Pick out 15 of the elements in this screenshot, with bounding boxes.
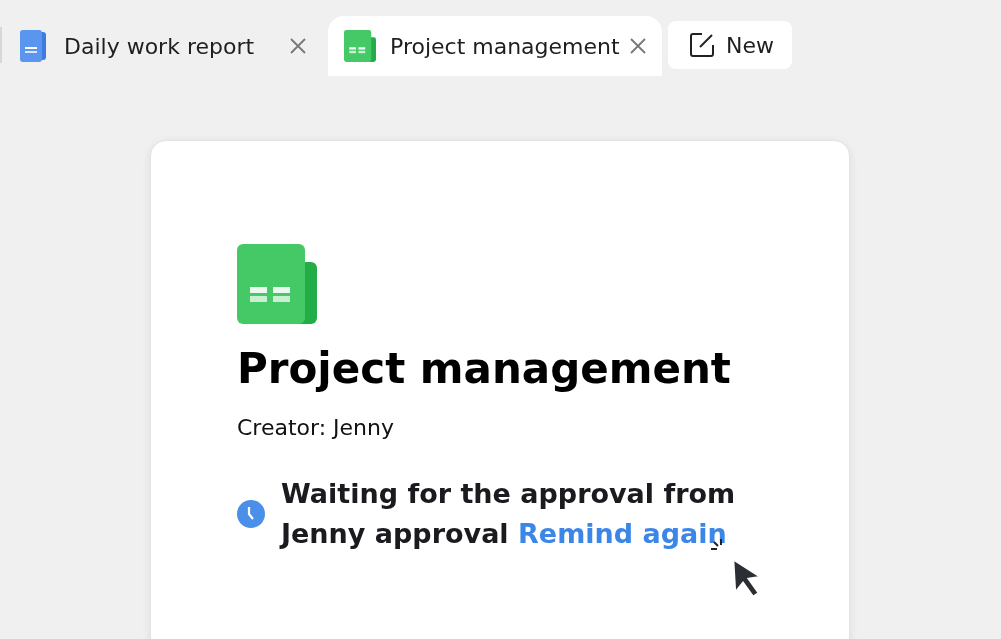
creator-text: Creator: Jenny <box>237 415 396 440</box>
close-icon[interactable] <box>628 36 648 56</box>
close-icon[interactable] <box>288 36 308 56</box>
new-button[interactable]: New <box>668 21 792 69</box>
edit-icon <box>688 31 716 59</box>
status-message: Waiting for the approval from Jenny approval Remind again <box>281 477 737 551</box>
tab[interactable]: Daily work report <box>2 16 322 76</box>
document-title: Project management <box>237 344 732 393</box>
tab[interactable]: Project management <box>328 16 662 76</box>
spreadsheet-icon <box>344 30 376 62</box>
spreadsheet-icon <box>237 244 317 324</box>
tab-label: Daily work report <box>64 33 256 59</box>
tab-label: Project management <box>390 33 621 59</box>
clock-icon <box>237 500 265 528</box>
remind-again-link[interactable]: Remind again <box>518 518 727 549</box>
